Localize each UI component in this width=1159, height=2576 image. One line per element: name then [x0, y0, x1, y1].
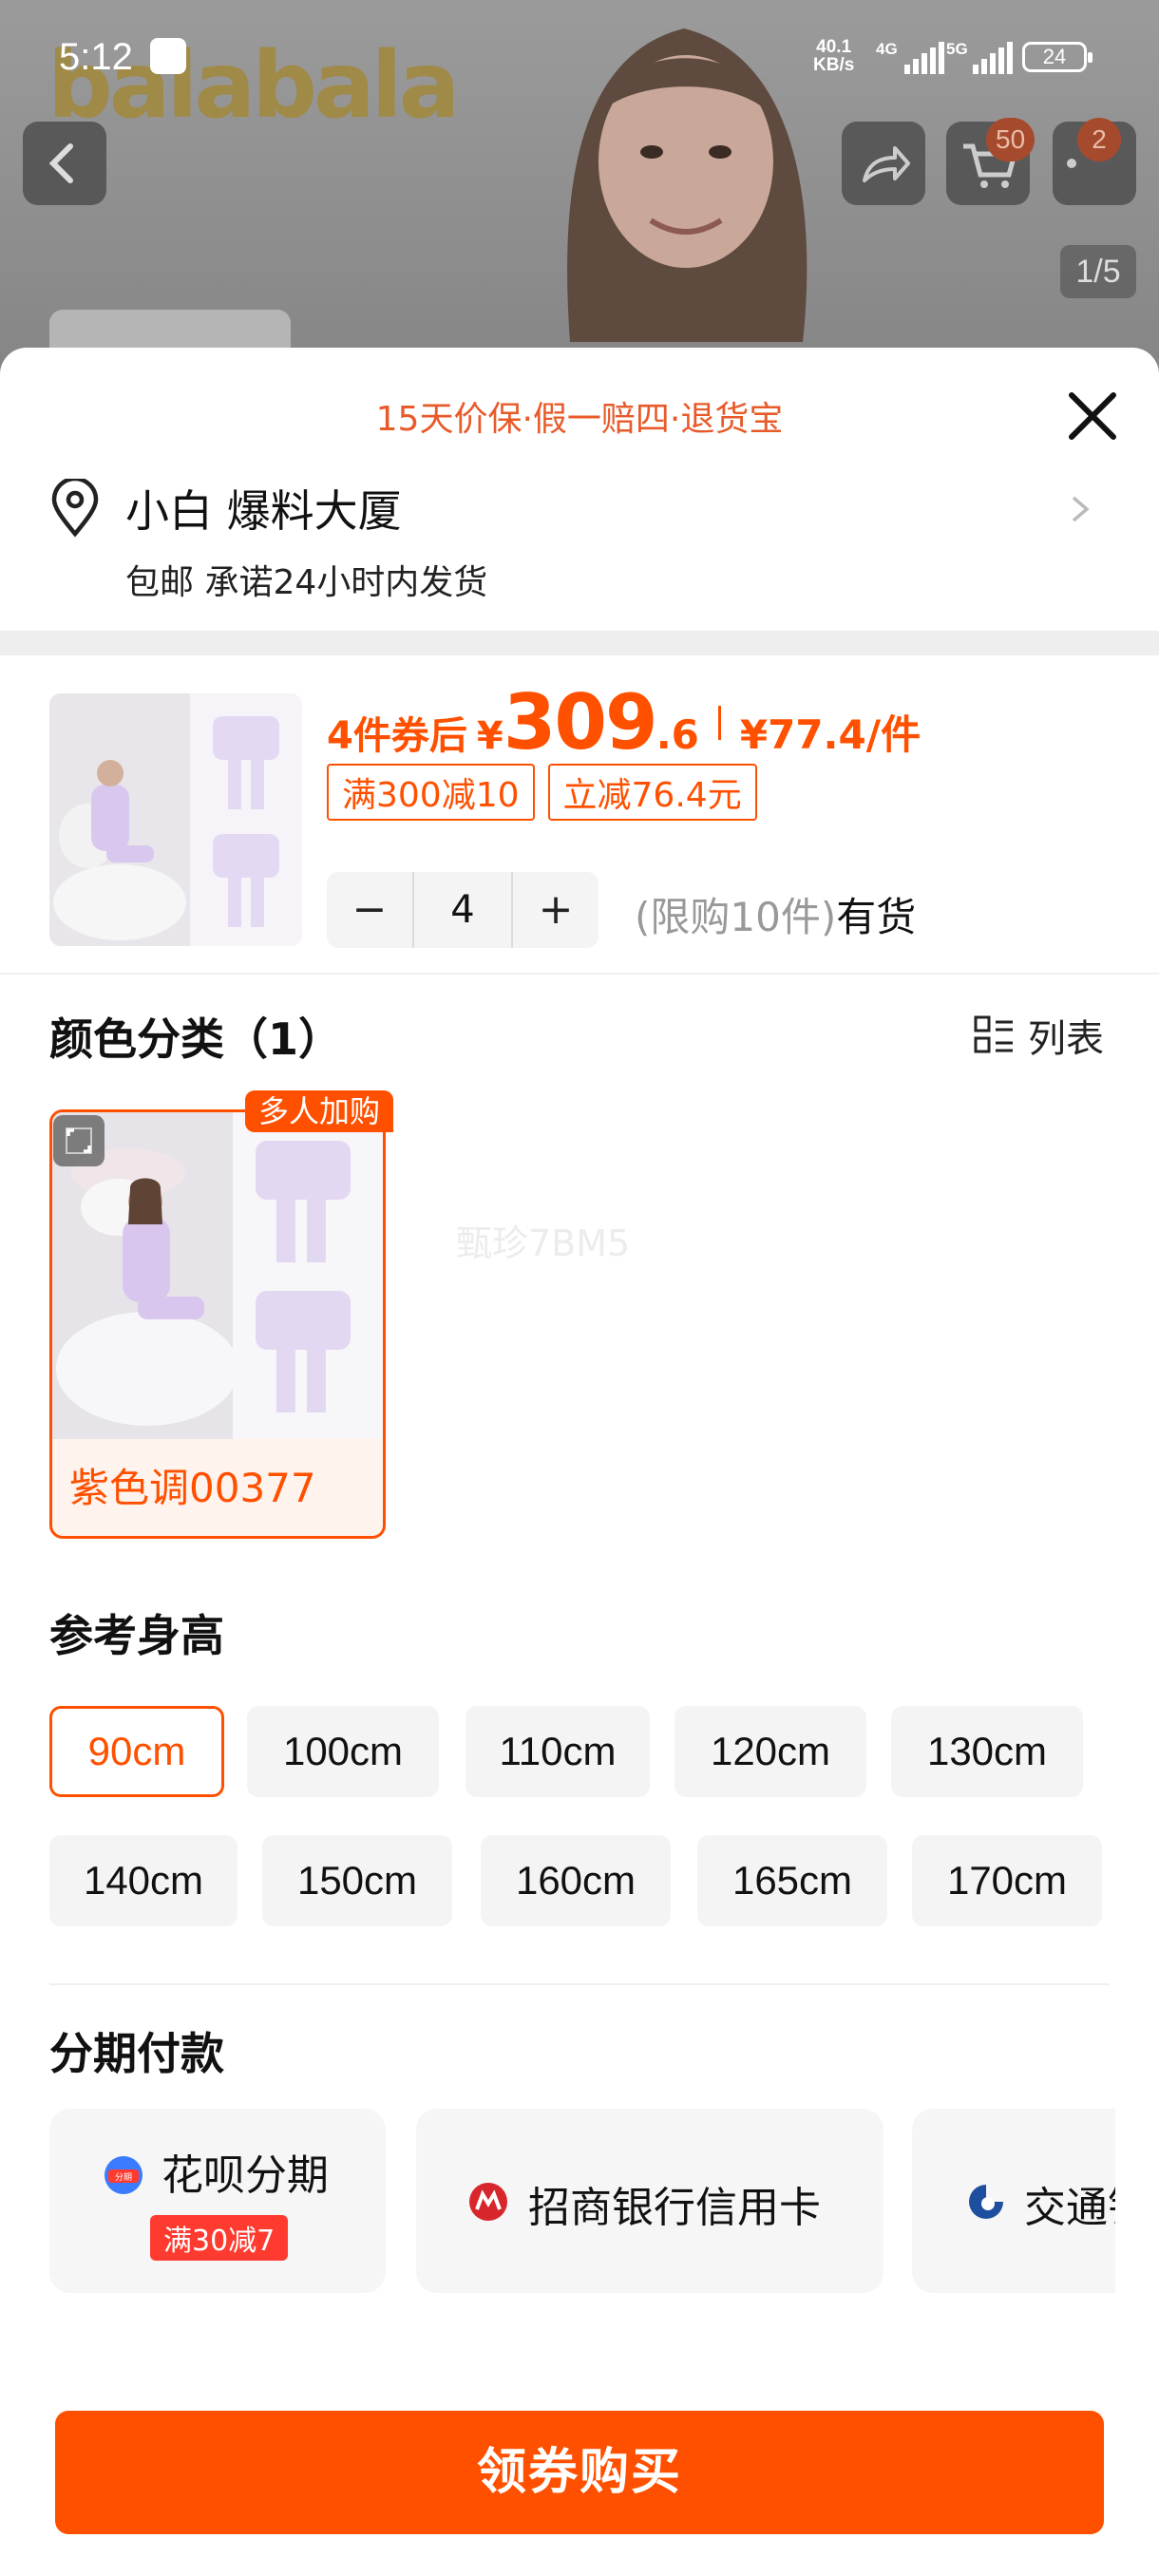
installment-option-cmb[interactable]: 招商银行信用卡: [416, 2109, 884, 2293]
size-option[interactable]: 170cm: [912, 1835, 1102, 1926]
close-button[interactable]: [1062, 386, 1123, 446]
size-option-selected[interactable]: 90cm: [49, 1706, 224, 1797]
color-option[interactable]: 紫色调00377: [49, 1109, 386, 1539]
installment-name: 花呗分期: [162, 2151, 329, 2200]
share-button[interactable]: [842, 122, 925, 205]
close-icon: [1069, 392, 1116, 440]
product-thumbnail-image: [49, 693, 302, 946]
back-button[interactable]: [23, 122, 106, 205]
size-option[interactable]: 160cm: [481, 1835, 671, 1926]
quantity-value[interactable]: 4: [412, 872, 513, 948]
list-view-toggle[interactable]: 列表: [973, 1009, 1104, 1062]
signal-label-2: 5G: [946, 40, 968, 58]
popular-badge: 多人加购: [245, 1090, 394, 1132]
section-divider: [0, 631, 1159, 655]
status-bar: 5:12 40.1 KB/s 4G 5G 24: [0, 0, 1159, 104]
installment-name: 招商银行信用卡: [528, 2184, 821, 2232]
expand-icon: [66, 1127, 92, 1154]
cart-count-badge: 50: [986, 118, 1036, 161]
shipping-address-row[interactable]: 小白 爆料大厦 包邮 承诺24小时内发货: [49, 477, 1123, 602]
address-name: 小白 爆料大厦: [125, 485, 402, 537]
size-option[interactable]: 165cm: [697, 1835, 887, 1926]
size-option[interactable]: 140cm: [49, 1835, 238, 1926]
promo-tag: 满300减10: [327, 764, 535, 821]
size-option[interactable]: 100cm: [247, 1706, 439, 1797]
share-icon: [863, 146, 910, 182]
price-currency: ¥: [476, 714, 504, 758]
network-speed-unit: KB/s: [813, 55, 855, 75]
installment-name: 交通银: [1024, 2184, 1115, 2232]
sku-selector-sheet: 15天价保·假一赔四·退货宝 小白 爆料大厦 包邮 承诺24小时内发货 4件券后…: [0, 348, 1159, 2576]
list-view-icon: [974, 1015, 1013, 1053]
color-section-title: 颜色分类（1）: [49, 1013, 343, 1065]
price-label: 4件券后: [327, 714, 467, 758]
location-pin-icon: [51, 479, 99, 538]
watermark: 甄珍7BM5: [456, 1222, 631, 1264]
increase-quantity-button[interactable]: +: [513, 872, 598, 948]
product-thumbnail[interactable]: [49, 693, 302, 946]
quantity-stepper: − 4 +: [327, 872, 598, 948]
unit-price: ¥77.4/件: [739, 711, 922, 758]
size-option[interactable]: 130cm: [891, 1706, 1083, 1797]
divider: [0, 973, 1159, 975]
signal-bars-icon: [904, 42, 944, 74]
promo-tags: 满300减10 立减76.4元: [327, 764, 757, 821]
decrease-quantity-button[interactable]: −: [327, 872, 412, 948]
promo-tag: 立减76.4元: [547, 764, 757, 821]
purchase-limit: (限购10件): [635, 894, 837, 940]
size-option[interactable]: 110cm: [466, 1706, 650, 1797]
price-summary: 4件券后 ¥ 309 .6 ¥77.4/件 满300减10 立减76.4元: [327, 678, 1144, 821]
installment-option-huabei[interactable]: 分期 花呗分期 满30减7: [49, 2109, 386, 2293]
installment-promo-tag: 满30减7: [150, 2215, 289, 2261]
stock-status: (限购10件)有货: [635, 885, 916, 943]
installment-section-title: 分期付款: [49, 2028, 224, 2079]
availability: 有货: [836, 894, 917, 940]
image-pager: 1/5: [1060, 245, 1136, 298]
network-speed: 40.1 KB/s: [813, 38, 854, 74]
size-section-title: 参考身高: [49, 1610, 224, 1661]
list-view-label: 列表: [1028, 1017, 1104, 1061]
bocom-bank-icon: [969, 2185, 1003, 2219]
divider: [49, 1983, 1110, 1985]
price-decimal: .6: [656, 711, 699, 758]
installment-option-bocom[interactable]: 交通银: [912, 2109, 1115, 2293]
price-separator: [717, 705, 721, 740]
expand-image-button[interactable]: [53, 1115, 104, 1166]
back-arrow-icon: [48, 143, 73, 183]
price-integer: 309: [503, 678, 658, 767]
huabei-icon-text: 分期: [115, 2172, 132, 2183]
signal-label-1: 4G: [876, 40, 898, 58]
chevron-right-icon: [1072, 496, 1090, 522]
size-option[interactable]: 120cm: [674, 1706, 866, 1797]
claim-coupon-buy-button[interactable]: 领券购买: [55, 2411, 1104, 2534]
notification-icon: [150, 38, 186, 74]
service-guarantee: 15天价保·假一赔四·退货宝: [375, 400, 784, 439]
product-page-background: balabala 5:12 40.1 KB/s 4G 5G 24 50 2 1/…: [0, 0, 1159, 380]
battery-indicator: 24: [1022, 42, 1092, 72]
network-speed-value: 40.1: [816, 37, 852, 57]
size-option[interactable]: 150cm: [262, 1835, 452, 1926]
color-option-label: 紫色调00377: [69, 1465, 316, 1511]
delivery-promise: 包邮 承诺24小时内发货: [125, 563, 488, 602]
status-time: 5:12: [59, 36, 133, 78]
message-count-badge: 2: [1077, 118, 1121, 161]
signal-bars-2-icon: [973, 42, 1013, 74]
cmb-bank-icon: [469, 2183, 507, 2221]
huabei-icon: 分期: [104, 2156, 142, 2194]
